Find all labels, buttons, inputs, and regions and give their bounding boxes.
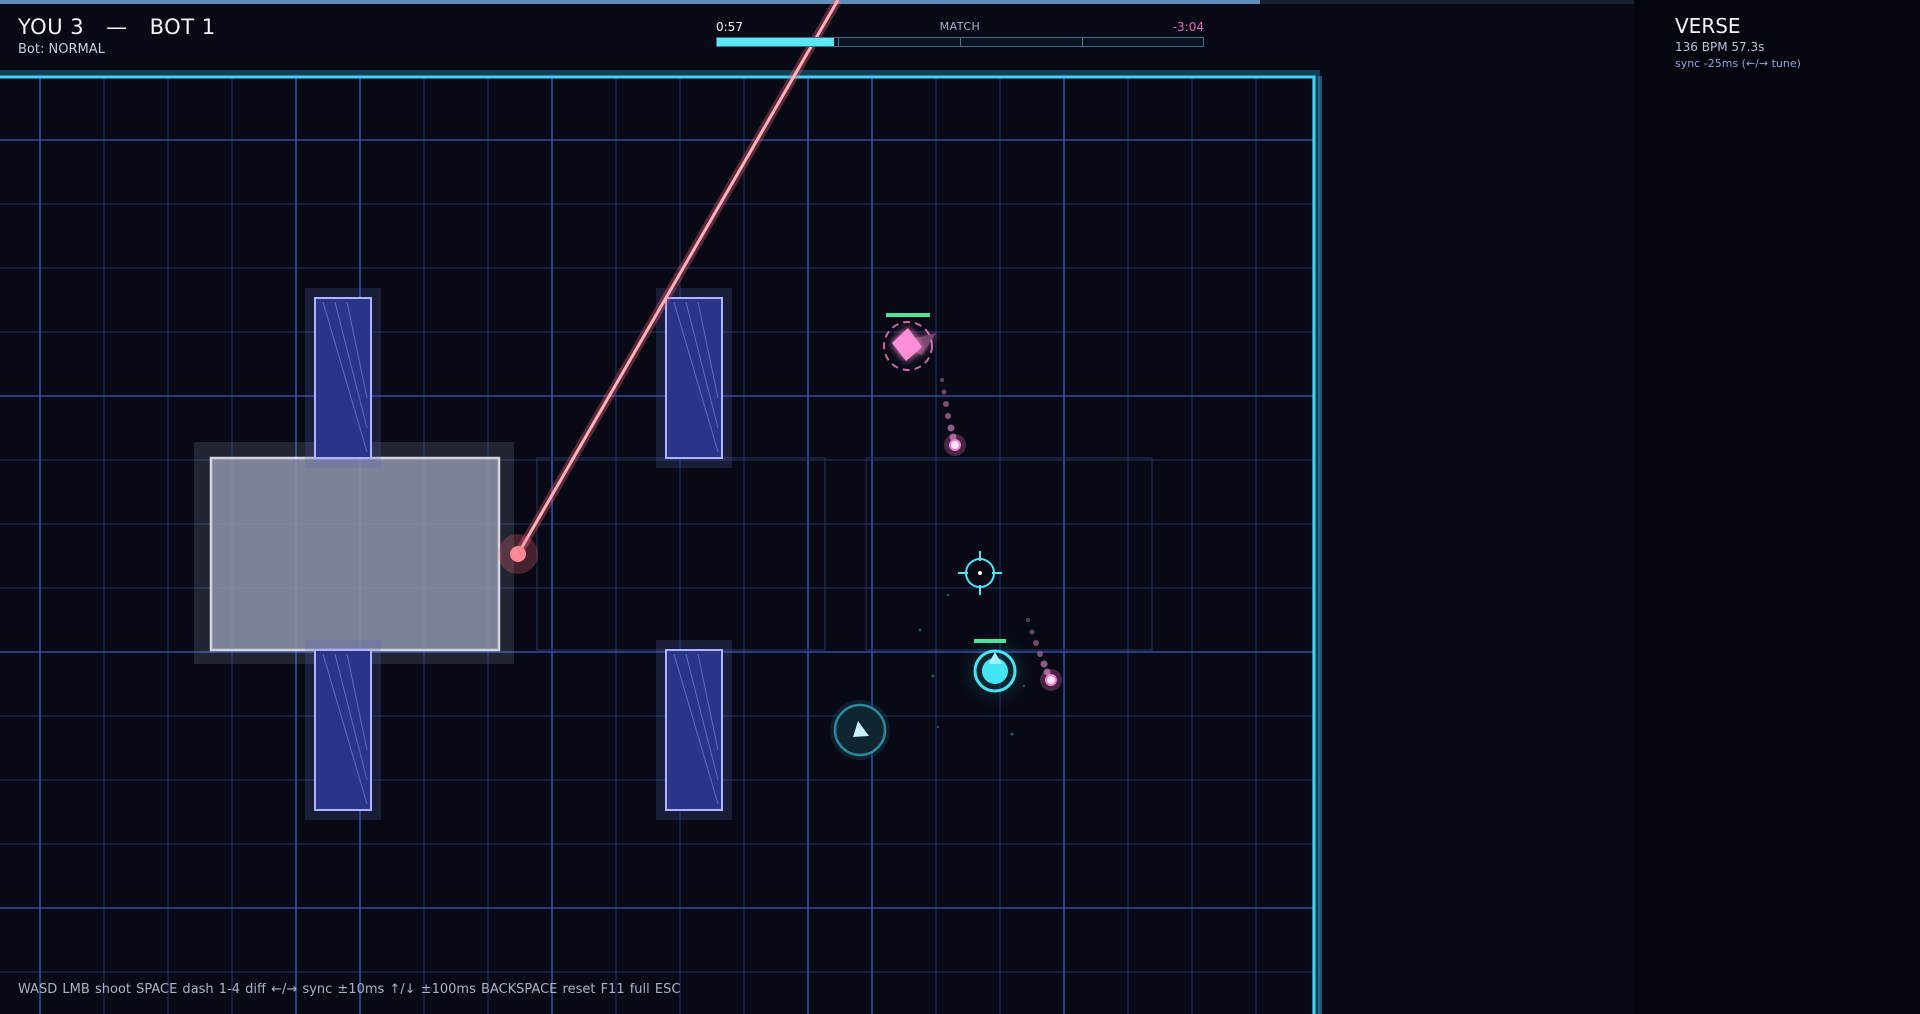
music-section-name: VERSE: [1675, 14, 1741, 38]
spawn-zones: [536, 457, 1153, 651]
timer-remaining: -3:04: [1172, 20, 1204, 34]
player-ship-icon: [971, 639, 1019, 695]
timer-bar-fill: [717, 38, 834, 46]
match-timer: 0:57 MATCH -3:04: [716, 20, 1204, 50]
pillar-obstacle: [305, 640, 381, 820]
laser-beam: [498, 0, 842, 574]
bot-trail: [940, 378, 957, 441]
player-health-bar: [974, 639, 1006, 643]
scoreboard: YOU 3 — BOT 1: [18, 15, 216, 39]
music-sync: sync -25ms (←/→ tune): [1675, 57, 1801, 70]
timer-tick: [838, 38, 839, 46]
spawn-zone: [536, 457, 826, 651]
player-projectile: [1040, 669, 1062, 691]
pillar-obstacle: [656, 640, 732, 820]
arena[interactable]: [0, 0, 1634, 1014]
controls-hint: WASD LMB shoot SPACE dash 1-4 diff ←/→ s…: [18, 982, 681, 997]
bot-projectile: [944, 434, 966, 456]
timer-label: MATCH: [939, 20, 981, 33]
center-cover-block: [194, 442, 514, 664]
music-section-panel: VERSE 136 BPM 57.3s sync -25ms (←/→ tune…: [1675, 14, 1801, 70]
bot-ship-icon: [883, 313, 936, 371]
spawn-zone: [865, 457, 1153, 651]
side-panel: [1634, 0, 1920, 1014]
dash-pickup-icon: [830, 700, 890, 760]
bot-health-bar: [886, 313, 930, 317]
music-bpm-time: 136 BPM 57.3s: [1675, 40, 1765, 54]
timer-tick: [960, 38, 961, 46]
player-trail: [1026, 618, 1051, 676]
player-score: YOU 3: [18, 15, 85, 39]
bot-difficulty: Bot: NORMAL: [18, 42, 105, 57]
score-separator: —: [106, 15, 128, 39]
pillar-obstacle: [305, 288, 381, 468]
timer-tick: [1082, 38, 1083, 46]
bot-score: BOT 1: [149, 15, 216, 39]
pillar-obstacle: [656, 288, 732, 468]
timer-bar: [716, 37, 1204, 47]
